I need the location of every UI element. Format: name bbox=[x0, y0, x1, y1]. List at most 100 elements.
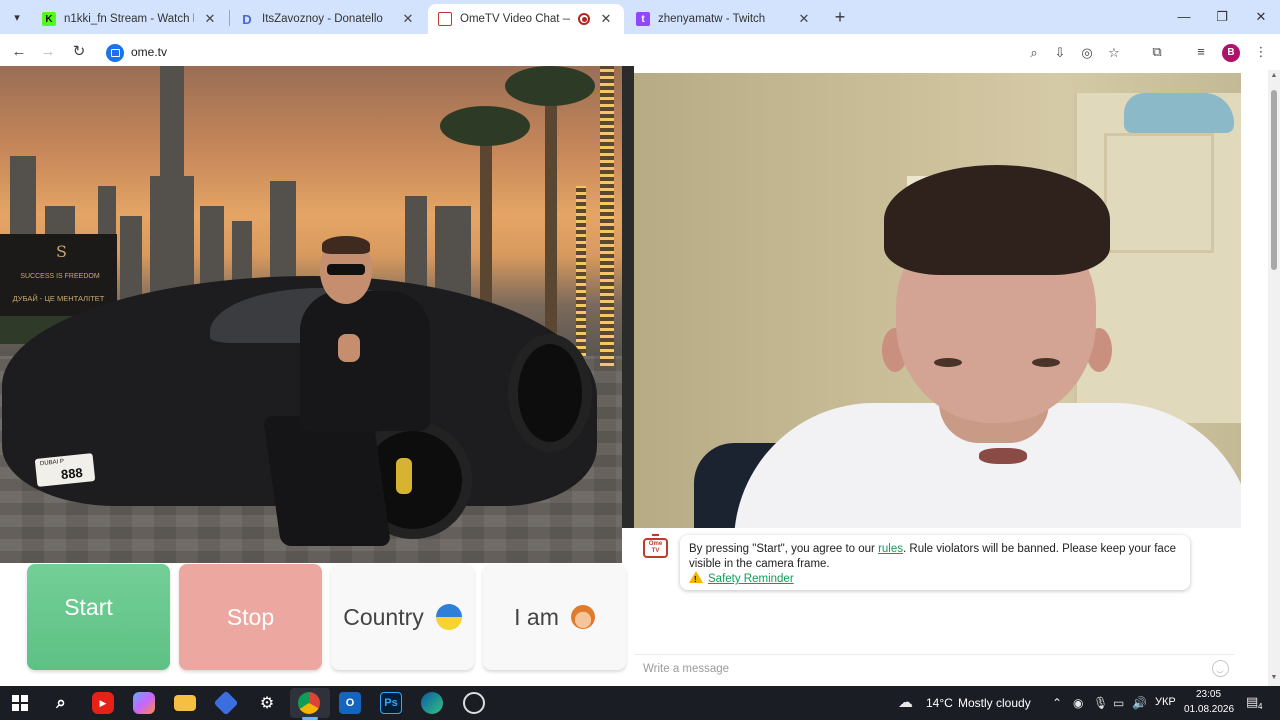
scroll-down-icon[interactable]: ▼ bbox=[1270, 674, 1278, 681]
forward-button[interactable]: → bbox=[37, 41, 59, 63]
windows-start-icon[interactable] bbox=[9, 692, 31, 714]
photoshop-icon[interactable]: Ps bbox=[380, 692, 402, 714]
sign-logo: S bbox=[56, 242, 67, 261]
reload-button[interactable]: ↻ bbox=[68, 41, 90, 63]
profile-avatar[interactable]: B bbox=[1222, 44, 1240, 62]
extensions-icon[interactable]: ⧉ bbox=[1148, 43, 1166, 61]
weather-temp[interactable]: 14°C bbox=[926, 696, 953, 710]
browser-toolbar: ← → ↻ ome.tv ⌕ ⇩ ◎ ☆ ⧉ ≡ B ⋮ bbox=[0, 34, 1280, 70]
ometv-icon bbox=[438, 12, 452, 26]
volume-icon[interactable]: 🔊 bbox=[1132, 696, 1147, 710]
copilot-icon[interactable] bbox=[133, 692, 155, 714]
iam-label: I am bbox=[514, 603, 559, 630]
input-language[interactable]: УКР bbox=[1155, 696, 1176, 708]
country-label: Country bbox=[343, 603, 424, 630]
twitch-icon: t bbox=[636, 12, 650, 26]
obs-icon[interactable] bbox=[463, 692, 485, 714]
microphone-icon[interactable]: 🎙 bbox=[1093, 696, 1108, 710]
youtube-icon[interactable]: ▶ bbox=[92, 692, 114, 714]
stop-button[interactable]: Stop bbox=[179, 564, 322, 670]
battery-icon[interactable]: ▭ bbox=[1113, 696, 1124, 710]
ometv-page: S SUCCESS IS FREEDOM ДУБАЙ - ЦЕ МЕНТАЛІТ… bbox=[0, 66, 1268, 686]
eye bbox=[934, 358, 962, 367]
kick-icon: K bbox=[42, 12, 56, 26]
freedom-sign: S SUCCESS IS FREEDOM ДУБАЙ - ЦЕ МЕНТАЛІТ… bbox=[0, 234, 117, 316]
window-close-button[interactable]: ✕ bbox=[1249, 6, 1273, 28]
weather-desc[interactable]: Mostly cloudy bbox=[958, 696, 1031, 710]
maximize-button[interactable]: ❐ bbox=[1210, 6, 1234, 28]
plate-number: 888 bbox=[60, 464, 84, 483]
app-diamond-icon[interactable] bbox=[213, 690, 239, 716]
close-icon[interactable]: ✕ bbox=[598, 11, 614, 27]
site-camera-icon[interactable] bbox=[106, 44, 124, 62]
notifications-icon[interactable]: ▤ bbox=[1246, 694, 1258, 710]
menu-kebab-icon[interactable]: ⋮ bbox=[1252, 43, 1270, 61]
tab-title: zhenyamatw - Twitch bbox=[658, 13, 766, 25]
notification-count: 4 bbox=[1258, 702, 1263, 711]
weather-cloud-icon[interactable]: ☁ bbox=[898, 693, 913, 711]
sign-text-ua: ДУБАЙ - ЦЕ МЕНТАЛІТЕТ bbox=[12, 294, 105, 303]
shaka-hand bbox=[338, 334, 360, 362]
mouth bbox=[979, 448, 1027, 464]
tracking-eye-icon[interactable]: ◎ bbox=[1078, 44, 1096, 62]
emoji-icon[interactable] bbox=[1212, 660, 1229, 677]
gender-button[interactable]: I am bbox=[483, 564, 626, 670]
back-button[interactable]: ← bbox=[8, 41, 30, 63]
tab-twitch[interactable]: t zhenyamatw - Twitch ✕ bbox=[626, 4, 822, 34]
country-button[interactable]: Country bbox=[331, 564, 474, 670]
chevron-down-icon: ▾ bbox=[14, 11, 20, 24]
windows-taskbar: ⌕ ▶ ⚙ O Ps ☁ 14°C Mostly cloudy ⌃ ◉ 🎙 ▭ … bbox=[0, 686, 1280, 720]
tab-kick[interactable]: K n1kki_fn Stream - Watch Live o ✕ bbox=[32, 4, 228, 34]
arrow-right-icon: → bbox=[40, 43, 56, 60]
scroll-thumb[interactable] bbox=[1271, 90, 1277, 270]
page-scrollbar[interactable]: ▲ ▼ bbox=[1268, 70, 1280, 686]
warning-icon bbox=[689, 571, 703, 588]
zoom-icon[interactable]: ⌕ bbox=[1025, 44, 1043, 62]
safety-reminder-link[interactable]: Safety Reminder bbox=[708, 573, 794, 585]
message-input[interactable]: Write a message bbox=[634, 654, 1234, 680]
boy-icon bbox=[570, 605, 595, 629]
tab-donatello[interactable]: D ItsZavoznoy - Donatello ✕ bbox=[230, 4, 426, 34]
local-video: S SUCCESS IS FREEDOM ДУБАЙ - ЦЕ МЕНТАЛІТ… bbox=[0, 66, 622, 563]
install-app-icon[interactable]: ⇩ bbox=[1051, 44, 1069, 62]
close-icon[interactable]: ✕ bbox=[202, 11, 218, 27]
start-button[interactable]: Start bbox=[27, 564, 225, 670]
rules-notice: By pressing "Start", you agree to our ru… bbox=[680, 535, 1190, 590]
tray-chevron-icon[interactable]: ⌃ bbox=[1052, 696, 1062, 710]
address-bar[interactable]: ome.tv ⌕ ⇩ ◎ ☆ bbox=[100, 39, 1144, 66]
chrome-icon[interactable] bbox=[298, 692, 320, 714]
scroll-up-icon[interactable]: ▲ bbox=[1270, 72, 1278, 79]
outlook-icon[interactable]: O bbox=[339, 692, 361, 714]
sign-text-en: SUCCESS IS FREEDOM bbox=[20, 273, 100, 280]
new-tab-button[interactable]: + bbox=[830, 7, 850, 27]
clock-date[interactable]: 01.08.2026 bbox=[1184, 704, 1234, 715]
arrow-left-icon: ← bbox=[11, 43, 27, 60]
stop-label: Stop bbox=[226, 603, 275, 630]
chat-panel: Ome TV By pressing "Start", you agree to… bbox=[634, 528, 1241, 686]
file-explorer-icon[interactable] bbox=[174, 695, 196, 711]
person-legs bbox=[262, 416, 392, 546]
tab-strip: ▾ K n1kki_fn Stream - Watch Live o ✕ D I… bbox=[0, 0, 1280, 34]
media-control-icon[interactable]: ≡ bbox=[1192, 43, 1210, 61]
settings-gear-icon[interactable]: ⚙ bbox=[256, 692, 278, 714]
string-lights bbox=[600, 66, 614, 366]
video-divider bbox=[622, 66, 634, 528]
reload-icon: ↻ bbox=[72, 43, 86, 60]
clock-time[interactable]: 23:05 bbox=[1196, 689, 1221, 700]
tab-title: ItsZavoznoy - Donatello bbox=[262, 13, 383, 25]
close-icon[interactable]: ✕ bbox=[400, 11, 416, 27]
stranger-hair bbox=[884, 165, 1110, 275]
search-icon[interactable]: ⌕ bbox=[50, 692, 72, 714]
donatello-icon: D bbox=[242, 11, 252, 27]
edge-icon[interactable] bbox=[421, 692, 443, 714]
focus-icon[interactable]: ◉ bbox=[1073, 696, 1083, 710]
message-placeholder: Write a message bbox=[643, 663, 730, 675]
ukraine-flag-icon bbox=[435, 604, 462, 630]
bookmark-star-icon[interactable]: ☆ bbox=[1105, 44, 1123, 62]
url-text[interactable]: ome.tv bbox=[131, 45, 167, 59]
minimize-button[interactable]: — bbox=[1172, 6, 1196, 28]
tab-ometv[interactable]: OmeTV Video Chat — Ome ✕ bbox=[428, 4, 624, 34]
rules-link[interactable]: rules bbox=[878, 543, 903, 555]
close-icon[interactable]: ✕ bbox=[796, 11, 812, 27]
tab-search-button[interactable]: ▾ bbox=[6, 6, 28, 28]
